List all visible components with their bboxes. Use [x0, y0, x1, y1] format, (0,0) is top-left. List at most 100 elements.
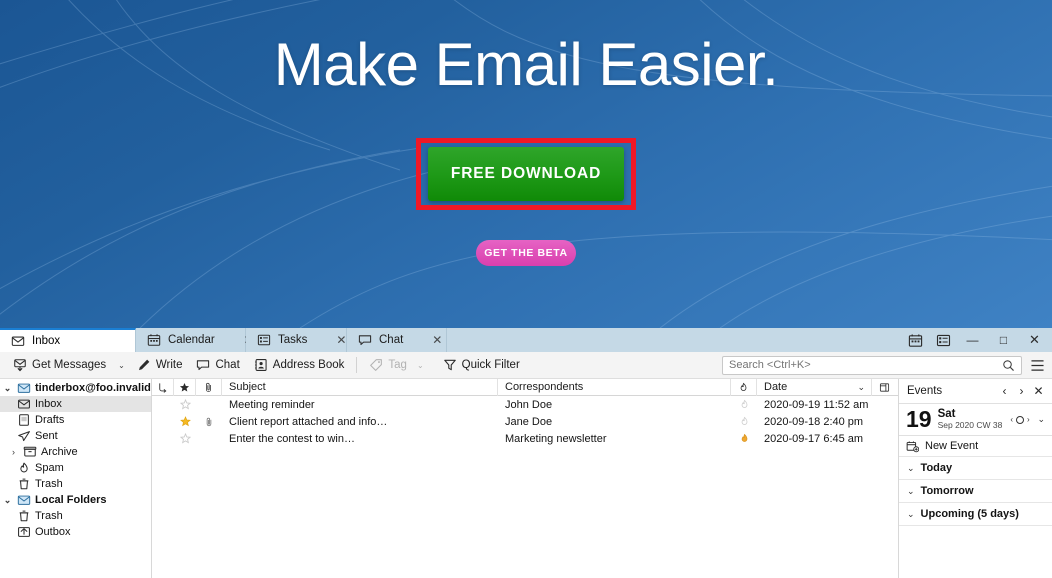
toolbar-separator: [356, 357, 358, 373]
table-row[interactable]: Meeting reminder John Doe 2020-09-19 11:…: [152, 396, 898, 413]
message-list-header: Subject Correspondents Date ⌄: [152, 379, 898, 396]
events-section-today[interactable]: ⌄ Today: [899, 457, 1052, 480]
chevron-down-icon[interactable]: ⌄: [2, 383, 13, 394]
folder-local-folders-label: Local Folders: [35, 494, 107, 506]
row-subject: Enter the contest to win…: [229, 432, 355, 445]
sent-icon: [17, 429, 31, 443]
archive-icon: [23, 445, 37, 459]
column-correspondents[interactable]: Correspondents: [498, 379, 731, 396]
maximize-button[interactable]: □: [988, 328, 1019, 352]
tab-chat[interactable]: Chat ✕: [347, 328, 447, 352]
folder-trash[interactable]: Trash: [0, 476, 151, 492]
account-icon: [17, 493, 31, 507]
mini-prev-icon[interactable]: ‹: [1010, 415, 1013, 424]
chevron-down-icon[interactable]: ⌄: [907, 509, 915, 520]
tab-chat-label: Chat: [379, 334, 404, 346]
events-section-tomorrow[interactable]: ⌄ Tomorrow: [899, 480, 1052, 503]
write-button[interactable]: Write: [130, 354, 190, 376]
pencil-icon: [137, 358, 151, 372]
close-button[interactable]: ✕: [1019, 328, 1050, 352]
chevron-down-icon[interactable]: ⌄: [907, 463, 915, 474]
chat-icon: [358, 333, 372, 347]
search-icon[interactable]: [1002, 359, 1015, 372]
tag-button[interactable]: Tag ⌄: [362, 354, 435, 376]
new-event-button[interactable]: New Event: [899, 436, 1052, 457]
events-section-upcoming[interactable]: ⌄ Upcoming (5 days): [899, 503, 1052, 526]
events-expand-caret-icon[interactable]: ⌄: [1037, 414, 1048, 425]
table-row[interactable]: Enter the contest to win… Marketing news…: [152, 430, 898, 447]
chevron-down-icon[interactable]: ⌄: [907, 486, 915, 497]
row-junk-toggle[interactable]: [731, 396, 757, 413]
quick-filter-button[interactable]: Quick Filter: [436, 354, 527, 376]
row-attachment: [196, 396, 222, 413]
tag-caret-icon[interactable]: ⌄: [412, 361, 429, 370]
get-messages-label: Get Messages: [32, 359, 107, 371]
tab-calendar-label: Calendar: [168, 334, 215, 346]
row-correspondent: Marketing newsletter: [505, 432, 607, 445]
column-thread[interactable]: [152, 379, 174, 396]
events-next-icon[interactable]: ›: [1013, 384, 1030, 398]
column-junk[interactable]: [731, 379, 757, 396]
column-date[interactable]: Date ⌄: [757, 379, 872, 396]
folder-outbox[interactable]: Outbox: [0, 524, 151, 540]
get-messages-caret-icon[interactable]: ⌄: [113, 361, 130, 370]
folder-account-tinderbox[interactable]: ⌄ tinderbox@foo.invalid: [0, 380, 151, 396]
folder-sent-label: Sent: [35, 430, 58, 442]
chevron-down-icon[interactable]: ⌄: [2, 495, 13, 506]
folder-local-folders[interactable]: ⌄ Local Folders: [0, 492, 151, 508]
tasks-icon: [257, 333, 271, 347]
row-star-toggle[interactable]: [174, 430, 196, 447]
address-book-button[interactable]: Address Book: [247, 354, 352, 376]
address-book-icon: [254, 358, 268, 372]
folder-trash-label: Trash: [35, 478, 63, 490]
row-date: 2020-09-17 6:45 am: [764, 432, 864, 445]
folder-inbox[interactable]: Inbox: [0, 396, 151, 412]
row-junk-toggle[interactable]: [731, 430, 757, 447]
minimize-button[interactable]: —: [957, 328, 988, 352]
search-input[interactable]: [729, 359, 1002, 371]
folder-drafts[interactable]: Drafts: [0, 412, 151, 428]
calendar-icon-button[interactable]: [901, 328, 929, 352]
tab-tasks[interactable]: Tasks ✕: [246, 328, 347, 352]
get-messages-button[interactable]: Get Messages: [6, 354, 113, 376]
chat-button[interactable]: Chat: [189, 354, 246, 376]
tasks-icon-button[interactable]: [929, 328, 957, 352]
row-star-toggle[interactable]: [174, 396, 196, 413]
tab-chat-close-icon[interactable]: ✕: [432, 333, 442, 347]
folder-outbox-label: Outbox: [35, 526, 71, 538]
screen: Make Email Easier. FREE DOWNLOAD GET THE…: [0, 0, 1052, 578]
outbox-icon: [17, 525, 31, 539]
row-star-toggle[interactable]: [174, 413, 196, 430]
folder-sent[interactable]: Sent: [0, 428, 151, 444]
column-subject[interactable]: Subject: [222, 379, 498, 396]
folder-archive[interactable]: › Archive: [0, 444, 151, 460]
account-icon: [17, 381, 31, 395]
events-close-icon[interactable]: ✕: [1030, 384, 1047, 398]
hero-banner: Make Email Easier. FREE DOWNLOAD GET THE…: [0, 0, 1052, 328]
get-the-beta-button[interactable]: GET THE BETA: [476, 240, 576, 266]
events-date-subtitle: Sep 2020 CW 38: [937, 420, 1003, 431]
tab-inbox[interactable]: Inbox: [0, 328, 136, 352]
tab-tasks-close-icon[interactable]: ✕: [336, 333, 346, 347]
column-picker-button[interactable]: [872, 379, 896, 396]
write-label: Write: [155, 359, 183, 371]
app-menu-button[interactable]: [1022, 354, 1052, 376]
today-dot-icon[interactable]: [1016, 415, 1024, 424]
row-thread: [152, 396, 174, 413]
events-prev-icon[interactable]: ‹: [996, 384, 1013, 398]
column-attachment[interactable]: [196, 379, 222, 396]
row-junk-toggle[interactable]: [731, 413, 757, 430]
mini-next-icon[interactable]: ›: [1027, 415, 1030, 424]
folder-local-trash[interactable]: Trash: [0, 508, 151, 524]
tab-calendar[interactable]: Calendar ✕: [136, 328, 254, 352]
row-subject: Meeting reminder: [229, 398, 315, 411]
chevron-right-icon[interactable]: ›: [8, 447, 19, 457]
table-row[interactable]: Client report attached and info… Jane Do…: [152, 413, 898, 430]
folder-spam[interactable]: Spam: [0, 460, 151, 476]
hero-title: Make Email Easier.: [273, 31, 779, 98]
search-box[interactable]: [722, 355, 1022, 375]
sort-caret-icon[interactable]: ⌄: [857, 382, 865, 393]
column-star[interactable]: [174, 379, 196, 396]
row-thread: [152, 430, 174, 447]
window-body: ⌄ tinderbox@foo.invalid Inbox Drafts Sen…: [0, 379, 1052, 578]
